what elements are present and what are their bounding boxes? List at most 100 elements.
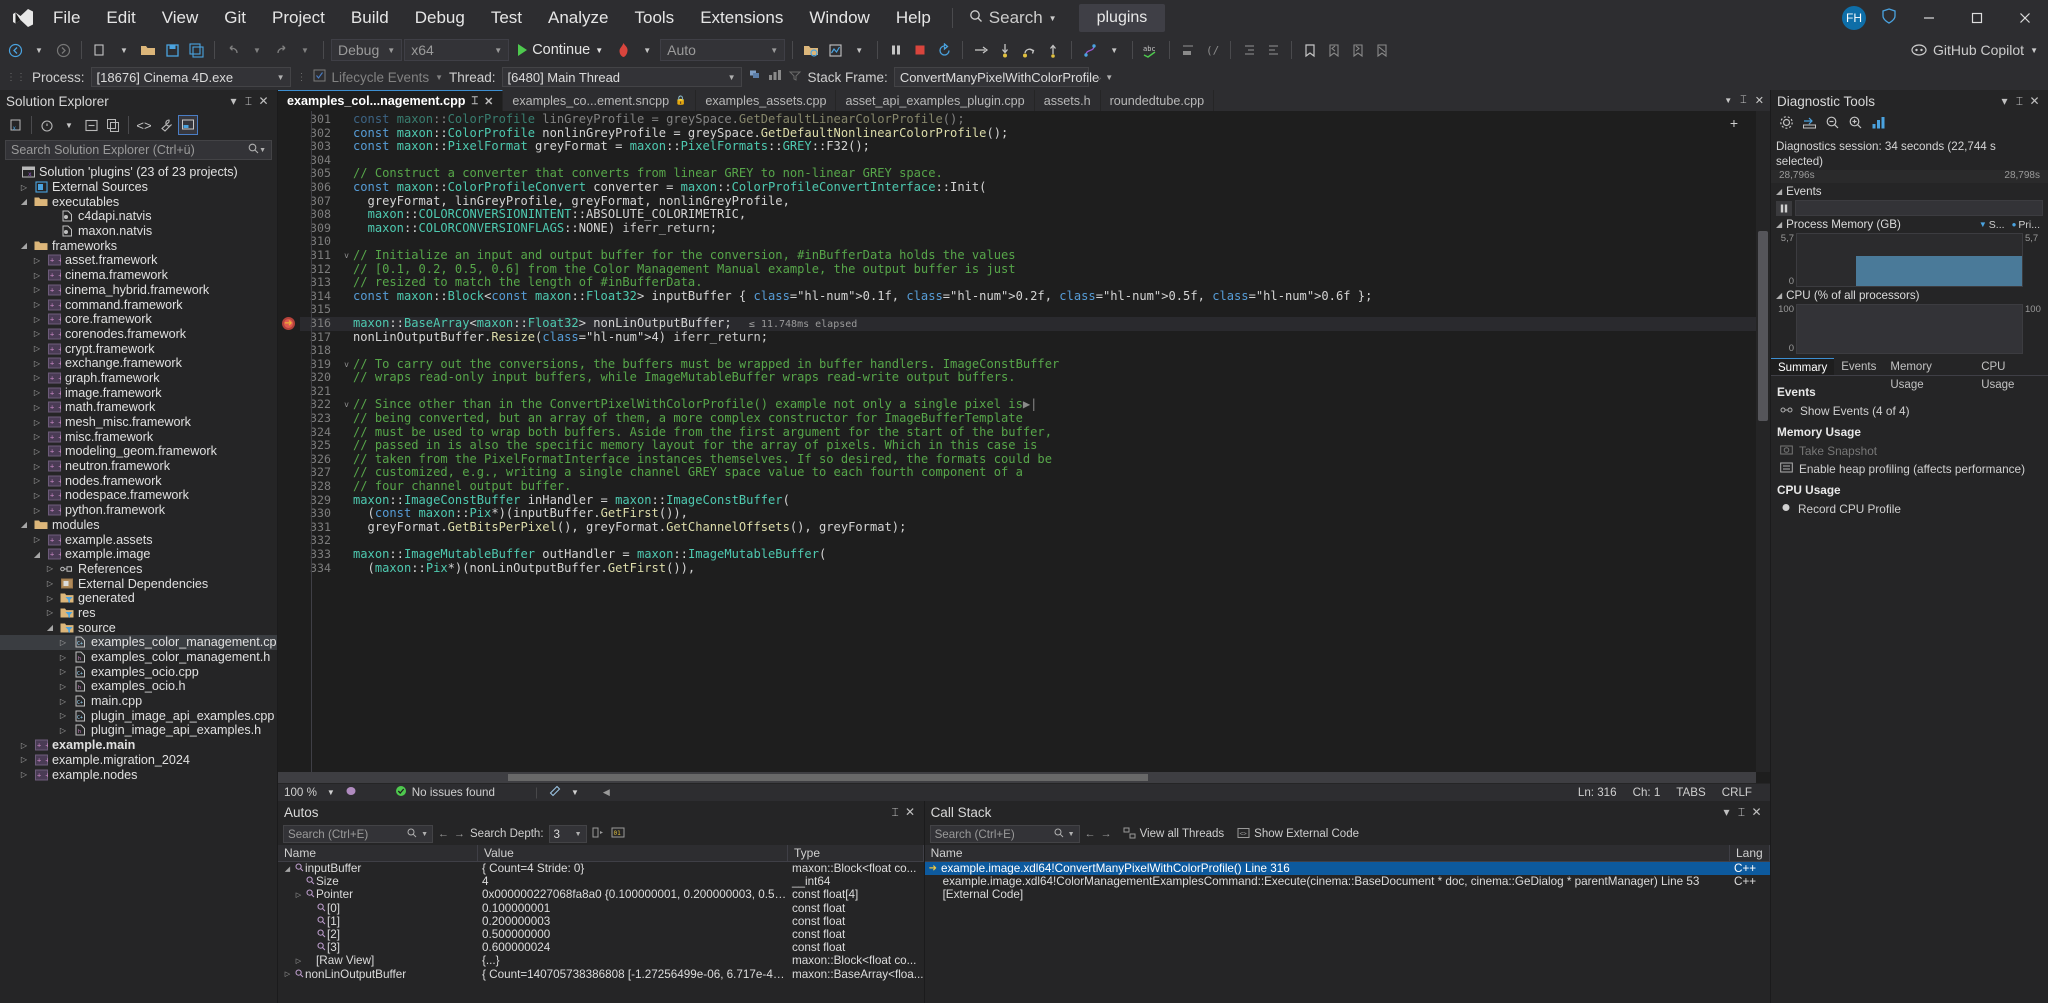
thread-dropdown[interactable]: [6480] Main Thread ▼ <box>501 67 742 87</box>
autos-row[interactable]: ◢ inputBuffer { Count=4 Stride: 0} maxon::B… <box>278 862 924 875</box>
diagnostic-tab[interactable]: Events <box>1834 358 1883 375</box>
solution-tree-item[interactable]: ▷ + + exchange.framework <box>0 356 277 371</box>
solution-tree-item[interactable]: ▷ C+ examples_color_management.cpp <box>0 635 277 650</box>
preview-selected-icon[interactable] <box>178 115 198 135</box>
autos-row[interactable]: [0] 0.100000001 const float <box>278 902 924 915</box>
back-to-code-icon[interactable]: x <box>6 115 26 135</box>
solution-tree-item[interactable]: ▷ + + misc.framework <box>0 429 277 444</box>
twisty-collapsed-icon[interactable]: ▷ <box>293 891 304 899</box>
editor-tab[interactable]: examples_co...ement.sncpp 🔒 <box>503 90 697 111</box>
solution-tree-item[interactable]: ▷ + + crypt.framework <box>0 341 277 356</box>
chevron-down-icon[interactable]: ▼ <box>1068 831 1075 838</box>
show-events-link[interactable]: Show Events (4 of 4) <box>1777 402 2042 420</box>
solution-tree-item[interactable]: ▷ h examples_ocio.h <box>0 679 277 694</box>
twisty-collapsed-icon[interactable]: ▷ <box>57 667 69 676</box>
continue-button[interactable]: Continue ▼ <box>511 38 610 62</box>
autos-value-cell[interactable]: 4 <box>478 875 788 888</box>
events-section-header[interactable]: ◢ Events <box>1771 183 2048 200</box>
code-line[interactable]: 306 const maxon::ColorProfileConvert conv… <box>300 180 1756 195</box>
pin-icon[interactable]: ⌶ <box>2012 94 2027 109</box>
twisty-collapsed-icon[interactable]: ▷ <box>31 285 43 294</box>
step-over-icon[interactable] <box>1018 38 1040 62</box>
code-line[interactable]: 332 <box>300 534 1756 548</box>
column-header-name[interactable]: Name <box>925 844 1730 862</box>
twisty-expanded-icon[interactable]: ◢ <box>44 623 56 632</box>
previous-icon[interactable]: ← <box>438 828 449 840</box>
increase-indent-icon[interactable] <box>1262 38 1284 62</box>
navigate-back-icon[interactable] <box>4 38 26 62</box>
show-diagnostic-tools-icon[interactable] <box>824 38 846 62</box>
flag-icon[interactable] <box>748 69 762 85</box>
process-memory-graph[interactable] <box>1796 233 2023 288</box>
solution-name-tab[interactable]: plugins <box>1078 4 1166 32</box>
editor-tab[interactable]: examples_assets.cpp <box>696 90 837 111</box>
solution-tree-item[interactable]: ▷ generated <box>0 591 277 606</box>
twisty-collapsed-icon[interactable]: ▷ <box>282 970 293 978</box>
autos-row[interactable]: [1] 0.200000003 const float <box>278 915 924 928</box>
solution-tree-item[interactable]: x Solution 'plugins' (23 of 23 projects) <box>0 165 277 180</box>
menu-git[interactable]: Git <box>211 0 259 36</box>
solution-tree-item[interactable]: ▷ + + mesh_misc.framework <box>0 415 277 430</box>
pin-icon[interactable]: ⌶ <box>1740 94 1747 107</box>
twisty-collapsed-icon[interactable]: ▷ <box>18 183 30 192</box>
solution-tree-item[interactable]: ▷ res <box>0 606 277 621</box>
menu-analyze[interactable]: Analyze <box>535 0 621 36</box>
chevron-down-icon[interactable]: ▼ <box>421 831 428 838</box>
hot-reload-dropdown-icon[interactable]: ▼ <box>636 38 658 62</box>
threads-icon[interactable] <box>1079 38 1101 62</box>
twisty-collapsed-icon[interactable]: ▷ <box>31 476 43 485</box>
restart-icon[interactable] <box>933 38 955 62</box>
code-line[interactable]: 333 maxon::ImageMutableBuffer outHandler … <box>300 547 1756 562</box>
autos-value-cell[interactable]: { Count=140705738386808 [-1.27256499e-06… <box>478 968 788 981</box>
shield-icon[interactable] <box>1880 7 1898 30</box>
menu-project[interactable]: Project <box>259 0 338 36</box>
fold-toggle-icon[interactable]: v <box>340 398 353 412</box>
autos-row[interactable]: [3] 0.600000024 const float <box>278 941 924 954</box>
solution-tree-item[interactable]: ▷ h plugin_image_api_examples.h <box>0 723 277 738</box>
menu-window[interactable]: Window <box>796 0 882 36</box>
autos-row[interactable]: ▷ [Raw View] {...} maxon::Block<float co... <box>278 954 924 967</box>
spell-check-icon[interactable]: abc <box>1140 38 1162 62</box>
code-line[interactable]: 312 // [0.1, 0.2, 0.5, 0.6] from the Colo… <box>300 262 1756 277</box>
undo-dropdown-icon[interactable]: ▼ <box>246 38 268 62</box>
search-icon[interactable] <box>248 143 259 157</box>
global-search[interactable]: Search ▼ <box>961 8 1065 28</box>
show-next-statement-icon[interactable] <box>970 38 992 62</box>
previous-bookmark-icon[interactable] <box>1323 38 1345 62</box>
solution-tree-item[interactable]: ◢ source <box>0 620 277 635</box>
twisty-collapsed-icon[interactable]: ▷ <box>57 682 69 691</box>
solution-tree-item[interactable]: ▷ + + nodespace.framework <box>0 488 277 503</box>
twisty-collapsed-icon[interactable]: ▷ <box>31 506 43 515</box>
code-line[interactable]: 329 maxon::ImageConstBuffer inHandler = m… <box>300 493 1756 508</box>
wrench-icon[interactable] <box>156 115 176 135</box>
twisty-collapsed-icon[interactable]: ▷ <box>31 535 43 544</box>
twisty-collapsed-icon[interactable]: ▷ <box>57 711 69 720</box>
menu-build[interactable]: Build <box>338 0 402 36</box>
search-depth-stepper[interactable]: 3 ▼ <box>548 825 587 843</box>
pin-icon[interactable]: ⌶ <box>1734 805 1749 820</box>
process-memory-section-header[interactable]: ◢ Process Memory (GB) ▼ S... ● Pri... <box>1771 216 2048 233</box>
solution-tree-item[interactable]: ▷ + + cinema_hybrid.framework <box>0 283 277 298</box>
process-dropdown[interactable]: [18676] Cinema 4D.exe ▼ <box>90 67 291 87</box>
twisty-collapsed-icon[interactable]: ▷ <box>57 697 69 706</box>
expand-columns-icon[interactable] <box>592 826 606 842</box>
lifecycle-events-label[interactable]: Lifecycle Events <box>332 70 430 85</box>
autos-value-cell[interactable]: {...} <box>478 954 788 967</box>
pin-icon[interactable]: ⌶ <box>241 94 256 109</box>
pending-changes-dropdown-icon[interactable]: ▼ <box>59 115 79 135</box>
fold-toggle-icon[interactable]: v <box>340 358 353 372</box>
autos-value-cell[interactable]: { Count=4 Stride: 0} <box>478 862 788 875</box>
column-header-value[interactable]: Value <box>478 844 788 862</box>
solution-tree-item[interactable]: ◢ modules <box>0 518 277 533</box>
code-line[interactable]: 301 const maxon::ColorProfile linGreyProf… <box>300 112 1756 127</box>
breakpoint-gutter[interactable]: ➜ <box>278 111 300 772</box>
diagnostic-tab[interactable]: Summary <box>1771 358 1835 376</box>
previous-icon[interactable]: ← <box>1085 828 1096 840</box>
autos-value-cell[interactable]: 0.500000000 <box>478 928 788 941</box>
chevron-down-icon[interactable]: ▾ <box>1997 94 2012 108</box>
cpu-section-header[interactable]: ◢ CPU (% of all processors) <box>1771 287 2048 304</box>
twisty-collapsed-icon[interactable]: ▷ <box>31 344 43 353</box>
hex-display-icon[interactable]: 01 <box>611 826 625 842</box>
step-into-icon[interactable] <box>994 38 1016 62</box>
call-stack-row[interactable]: example.image.xdl64!ColorManagementExamp… <box>925 875 1770 888</box>
